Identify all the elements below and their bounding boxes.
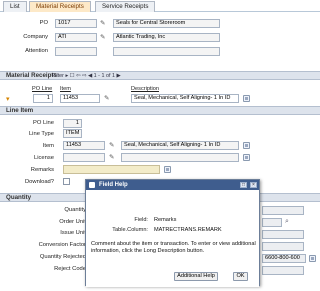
row-item-field[interactable]: 11453 [60, 94, 100, 103]
po-line-field[interactable]: 1 [63, 119, 82, 128]
long-description-icon[interactable] [164, 166, 171, 173]
company-field[interactable]: ATI [55, 33, 97, 42]
pencil-icon[interactable]: ✎ [104, 95, 111, 102]
po-field[interactable]: 1017 [55, 19, 97, 28]
quantity-label: Quantity [64, 207, 86, 213]
ok-button[interactable]: OK [233, 272, 248, 281]
additional-help-button[interactable]: Additional Help [174, 272, 218, 281]
pencil-icon[interactable]: ✎ [100, 20, 107, 27]
help-icon [89, 182, 95, 188]
company-description-field[interactable]: Atlantic Trading, Inc [113, 33, 220, 42]
long-description-icon[interactable] [243, 154, 250, 161]
po-label: PO [39, 20, 48, 26]
tab-list[interactable]: List [3, 1, 27, 12]
line-type-field[interactable]: ITEM [63, 129, 82, 138]
item-description-field[interactable]: Seal, Mechanical, Self Aligning- 1 In ID [121, 141, 239, 150]
order-unit-label: Order Unit [59, 219, 86, 225]
line-item-title: Line Item [6, 107, 34, 114]
minimize-icon[interactable]: □ [240, 182, 247, 188]
col-header-item[interactable]: Item [60, 86, 71, 92]
license-description-field[interactable] [121, 153, 239, 162]
order-unit-right-field[interactable] [262, 218, 282, 227]
line-type-label: Line Type [28, 131, 54, 137]
field-label: Field: [134, 217, 148, 223]
po-description-field[interactable]: Seals for Central Storeroom [113, 19, 220, 28]
license-label: License [34, 155, 54, 161]
help-text: Comment about the item or transaction. T… [91, 241, 256, 254]
download-checkbox[interactable] [63, 178, 70, 185]
line-item-section-header: Line Item [0, 106, 320, 115]
table-column-label: Table.Column: [112, 227, 148, 233]
license-field[interactable] [63, 153, 105, 162]
quantity-rejected-right-field[interactable]: 6600-800-600 [262, 254, 306, 263]
dialog-title-bar[interactable]: Field Help [86, 180, 259, 190]
conversion-right-field[interactable] [262, 242, 304, 251]
pencil-icon[interactable]: ✎ [100, 34, 107, 41]
long-description-icon[interactable] [309, 255, 316, 262]
quantity-right-field[interactable] [262, 206, 304, 215]
pencil-icon[interactable]: ✎ [109, 154, 116, 161]
field-value: Remarks [154, 217, 177, 223]
attention-field[interactable] [55, 47, 97, 56]
field-help-dialog: Field Help □ × Field: Remarks Table.Colu… [85, 179, 260, 287]
download-label: Download? [24, 179, 54, 185]
long-description-icon[interactable] [243, 95, 250, 102]
attention-description-field[interactable] [113, 47, 220, 56]
reject-code-label: Reject Code [54, 266, 86, 272]
issue-unit-label: Issue Unit [60, 230, 86, 236]
col-header-description[interactable]: Description [131, 86, 159, 92]
quantity-title: Quantity [6, 194, 32, 201]
issue-unit-right-field[interactable] [262, 230, 304, 239]
table-column-value: MATRECTRANS.REMARK [154, 227, 222, 233]
table-toolbar[interactable]: Filter ▸ ☐ ⇦ ⇨ ◀ 1 - 1 of 1 ▶ [52, 73, 121, 79]
row-expand-icon[interactable]: ▾ [6, 95, 10, 103]
quantity-rejected-label: Quantity Rejected [39, 254, 86, 260]
item-field[interactable]: 11453 [63, 141, 105, 150]
row-po-line-field[interactable]: 1 [33, 94, 53, 103]
attention-label: Attention [25, 48, 48, 54]
material-receipts-section-header: Material Receipts [0, 71, 320, 80]
company-label: Company [23, 34, 48, 40]
tab-service-receipts[interactable]: Service Receipts [95, 1, 156, 12]
remarks-field[interactable] [63, 165, 160, 174]
pencil-icon[interactable]: ✎ [109, 142, 116, 149]
po-line-label: PO Line [33, 120, 54, 126]
remarks-label: Remarks [30, 167, 54, 173]
col-header-po-line[interactable]: PO Line [32, 86, 52, 92]
dialog-title: Field Help [99, 182, 128, 188]
tab-bar: List Material Receipts Service Receipts [0, 0, 320, 12]
conversion-factor-label: Conversion Factor [38, 242, 86, 248]
reject-code-right-field[interactable] [262, 266, 304, 275]
tab-material-receipts[interactable]: Material Receipts [29, 1, 91, 12]
search-icon[interactable]: ⌕ [285, 218, 289, 226]
item-label: Item [42, 143, 54, 149]
dialog-body: Field: Remarks Table.Column: MATRECTRANS… [86, 190, 259, 287]
row-description-field[interactable]: Seal, Mechanical, Self Aligning- 1 In ID [131, 94, 239, 103]
close-icon[interactable]: × [250, 182, 257, 188]
material-receipts-title: Material Receipts [6, 72, 57, 79]
long-description-icon[interactable] [243, 142, 250, 149]
